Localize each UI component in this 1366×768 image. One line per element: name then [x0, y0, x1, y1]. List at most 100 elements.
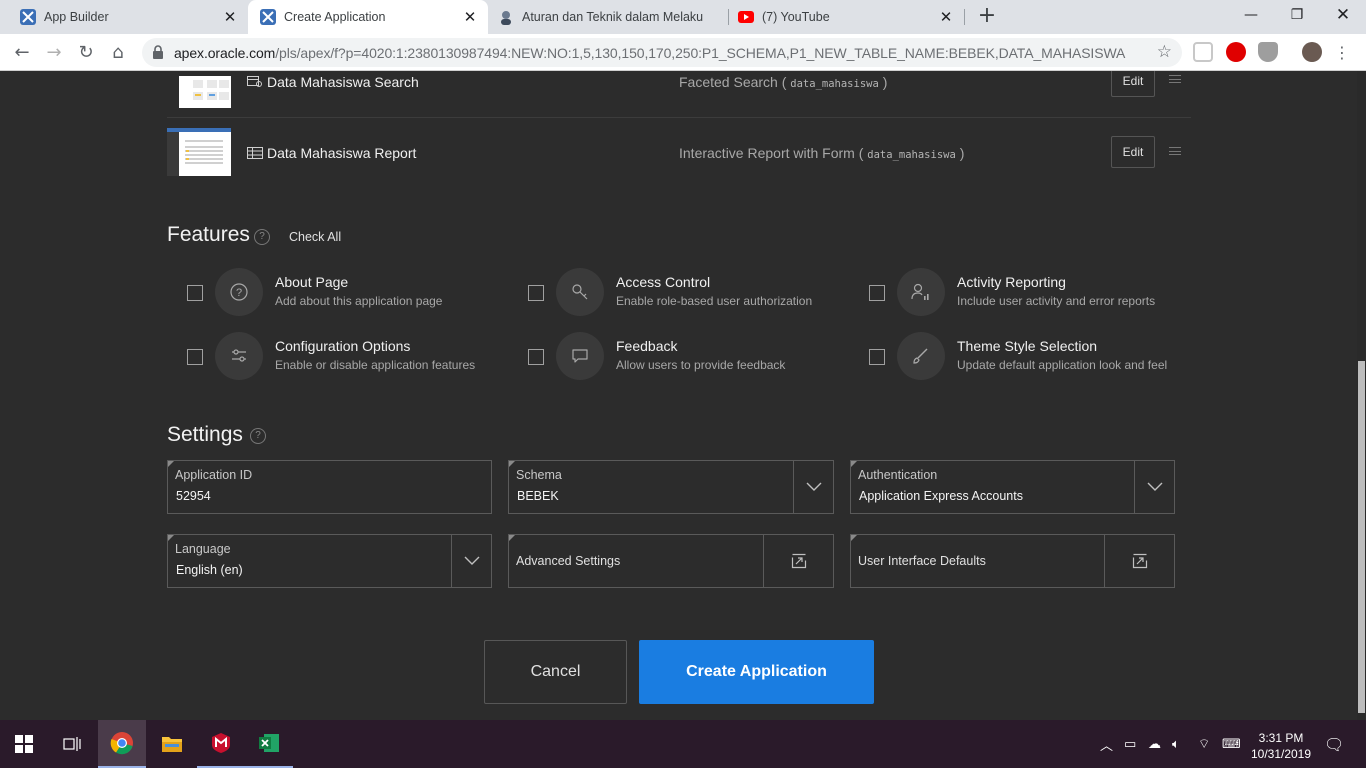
shield-extension-icon[interactable]: [1258, 42, 1278, 62]
field-label: Language: [175, 542, 231, 556]
question-circle-icon: ?: [215, 268, 263, 316]
create-application-button[interactable]: Create Application: [639, 640, 874, 704]
open-dialog-icon[interactable]: [1104, 535, 1174, 587]
field-label: Schema: [516, 468, 562, 482]
new-tab-icon[interactable]: +: [976, 5, 998, 27]
volume-icon[interactable]: 🔈︎: [1172, 720, 1180, 768]
windows-taskbar: ︿ ▭ ☁ 🔈︎ ⌔ ⌨ 3:31 PM 10/31/2019 🗨︎: [0, 720, 1366, 768]
schema-select[interactable]: Schema BEBEK: [508, 460, 834, 514]
page-list-item: Data Mahasiswa Search Faceted Search ( d…: [167, 71, 1191, 118]
edit-page-button[interactable]: Edit: [1111, 71, 1155, 97]
check-all-link[interactable]: Check All: [289, 230, 341, 244]
back-icon[interactable]: ←: [10, 40, 34, 64]
battery-icon[interactable]: ▭: [1124, 720, 1136, 768]
chevron-down-icon[interactable]: [1134, 461, 1174, 513]
feature-feedback[interactable]: Feedback Allow users to provide feedback: [508, 332, 838, 388]
advanced-settings-label: Advanced Settings: [516, 554, 621, 568]
mcafee-taskbar-icon[interactable]: [197, 720, 245, 768]
feature-checkbox[interactable]: [528, 285, 544, 301]
cancel-button[interactable]: Cancel: [484, 640, 627, 704]
adblock-extension-icon[interactable]: [1226, 42, 1246, 62]
help-icon[interactable]: ?: [250, 428, 266, 444]
edit-page-button[interactable]: Edit: [1111, 136, 1155, 168]
windows-start-icon[interactable]: [0, 720, 48, 768]
tab-create-application[interactable]: Create Application ✕: [248, 0, 488, 34]
tab-separator: [964, 9, 965, 25]
bookmark-star-icon[interactable]: ☆: [1157, 42, 1172, 62]
page-thumbnail: [167, 128, 231, 176]
feature-title: Theme Style Selection: [957, 338, 1098, 354]
address-bar[interactable]: apex.oracle.com/pls/apex/f?p=4020:1:2380…: [142, 38, 1182, 67]
feature-checkbox[interactable]: [528, 349, 544, 365]
create-application-page: Data Mahasiswa Search Faceted Search ( d…: [0, 71, 1357, 720]
page-thumbnail: [179, 76, 231, 108]
authentication-select[interactable]: Authentication Application Express Accou…: [850, 460, 1175, 514]
language-select[interactable]: Language English (en): [167, 534, 492, 588]
lock-icon: [153, 45, 163, 59]
feature-activity-reporting[interactable]: Activity Reporting Include user activity…: [849, 268, 1179, 324]
report-grid-icon: [247, 147, 263, 159]
close-tab-icon[interactable]: ✕: [462, 9, 478, 25]
feature-about-page[interactable]: ? About Page Add about this application …: [167, 268, 497, 324]
settings-heading: Settings: [167, 423, 243, 446]
tab-youtube[interactable]: (7) YouTube ✕: [728, 0, 964, 34]
tab-app-builder[interactable]: App Builder ✕: [0, 0, 248, 34]
chevron-down-icon[interactable]: [451, 535, 491, 587]
restore-icon[interactable]: ❐: [1274, 0, 1320, 30]
feature-description: Include user activity and error reports: [957, 294, 1156, 308]
reload-icon[interactable]: ↻: [74, 40, 98, 64]
feature-checkbox[interactable]: [869, 349, 885, 365]
forward-icon[interactable]: →: [42, 40, 66, 64]
sliders-icon: [215, 332, 263, 380]
browser-tabstrip: App Builder ✕ Create Application ✕ Atura…: [0, 0, 1366, 34]
apex-favicon-icon: [260, 9, 276, 25]
extension-icon[interactable]: [1193, 42, 1213, 62]
language-value: English (en): [176, 563, 243, 577]
close-tab-icon[interactable]: ✕: [222, 9, 238, 25]
file-explorer-icon[interactable]: [148, 720, 196, 768]
feature-access-control[interactable]: Access Control Enable role-based user au…: [508, 268, 838, 324]
drag-handle-icon[interactable]: [1169, 75, 1181, 83]
feature-description: Update default application look and feel: [957, 358, 1168, 372]
open-dialog-icon[interactable]: [763, 535, 833, 587]
advanced-settings-field[interactable]: Advanced Settings: [508, 534, 834, 588]
chrome-taskbar-icon[interactable]: [98, 720, 146, 768]
key-icon: [556, 268, 604, 316]
help-icon[interactable]: ?: [254, 229, 270, 245]
feature-theme-style-selection[interactable]: Theme Style Selection Update default app…: [849, 332, 1179, 388]
ui-defaults-field[interactable]: User Interface Defaults: [850, 534, 1175, 588]
scrollbar-thumb[interactable]: [1358, 361, 1365, 713]
page-scrollbar[interactable]: [1357, 71, 1366, 720]
menu-kebab-icon[interactable]: ⋮: [1330, 40, 1354, 64]
feature-checkbox[interactable]: [869, 285, 885, 301]
feature-checkbox[interactable]: [187, 349, 203, 365]
tab-aturan[interactable]: Aturan dan Teknik dalam Melaku: [488, 0, 728, 34]
url-path: /pls/apex/f?p=4020:1:2380130987494:NEW:N…: [275, 45, 1126, 61]
taskbar-clock[interactable]: 3:31 PM 10/31/2019: [1244, 730, 1318, 762]
browser-toolbar: ← → ↻ ⌂ apex.oracle.com/pls/apex/f?p=402…: [0, 34, 1366, 71]
ui-defaults-label: User Interface Defaults: [858, 554, 986, 568]
feature-description: Allow users to provide feedback: [616, 358, 786, 372]
application-id-field[interactable]: Application ID 52954: [167, 460, 492, 514]
wifi-icon[interactable]: ⌔: [1198, 720, 1210, 768]
drag-handle-icon[interactable]: [1169, 147, 1181, 155]
feature-configuration-options[interactable]: Configuration Options Enable or disable …: [167, 332, 497, 388]
close-window-icon[interactable]: ✕: [1320, 0, 1366, 30]
feature-title: Configuration Options: [275, 338, 411, 354]
minimize-icon[interactable]: —: [1228, 0, 1274, 30]
feature-title: About Page: [275, 274, 349, 290]
tray-chevron-up-icon[interactable]: ︿: [1100, 720, 1113, 768]
notifications-icon[interactable]: 🗨︎: [1324, 720, 1344, 768]
home-icon[interactable]: ⌂: [106, 40, 130, 64]
excel-taskbar-icon[interactable]: [245, 720, 293, 768]
keyboard-icon[interactable]: ⌨: [1222, 720, 1241, 768]
feature-checkbox[interactable]: [187, 285, 203, 301]
tab-title: App Builder: [44, 10, 109, 24]
field-label: Application ID: [175, 468, 253, 482]
onedrive-icon[interactable]: ☁: [1148, 720, 1161, 768]
application-id-input[interactable]: 52954: [176, 489, 211, 503]
close-tab-icon[interactable]: ✕: [938, 9, 954, 25]
chevron-down-icon[interactable]: [793, 461, 833, 513]
profile-avatar[interactable]: [1302, 42, 1322, 62]
task-view-icon[interactable]: [48, 720, 96, 768]
